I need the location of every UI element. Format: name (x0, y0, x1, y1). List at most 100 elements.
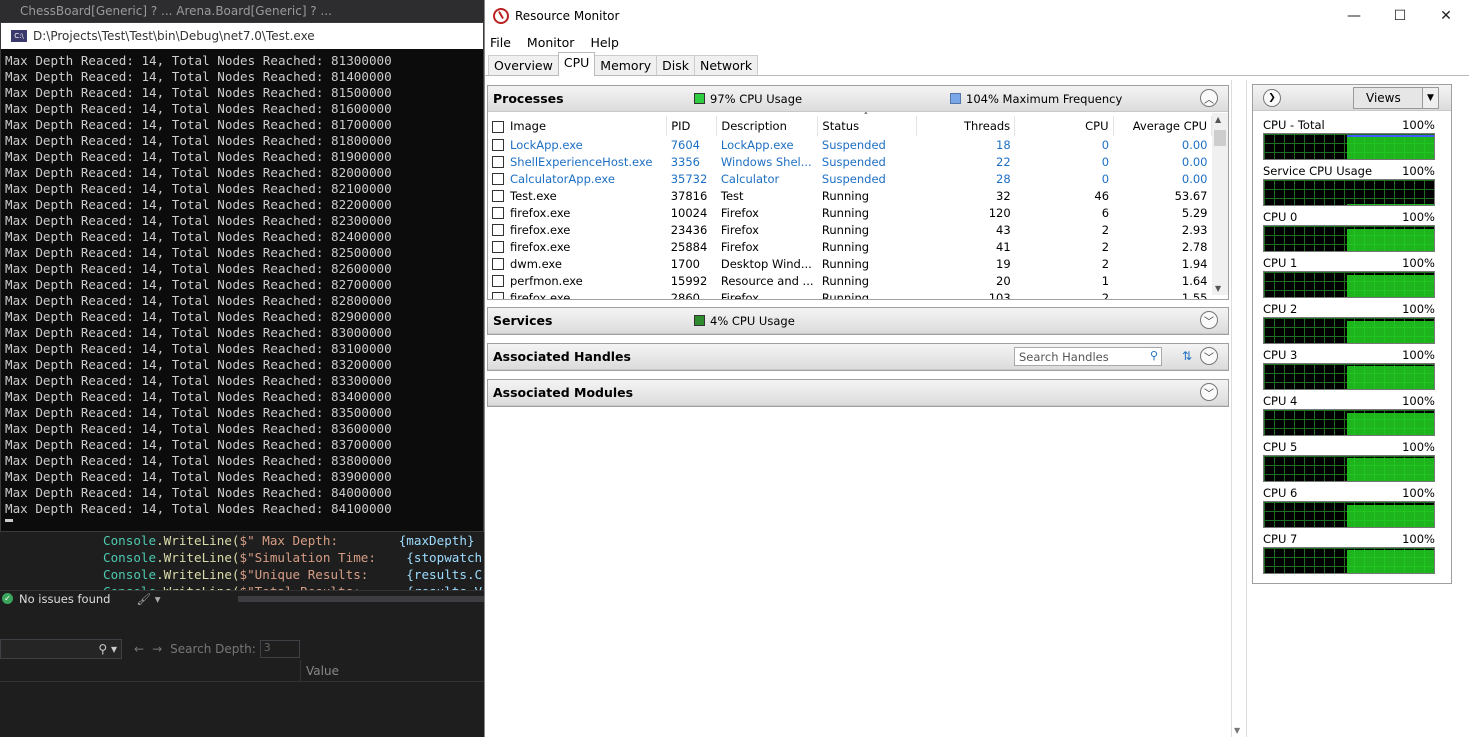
cell-status: Running (818, 221, 916, 238)
row-checkbox[interactable] (492, 207, 504, 219)
table-row[interactable]: ShellExperienceHost.exe 3356 Windows Shel.… (488, 153, 1212, 170)
expand-chevron-icon[interactable]: ﹀ (1200, 347, 1218, 365)
graph-label-row: CPU 6 100% (1263, 485, 1435, 501)
cell-text: Firefox (720, 205, 759, 220)
processes-header[interactable]: Processes 97% CPU Usage 104% Maximum Fre… (488, 86, 1228, 112)
console-window[interactable]: C:\ D:\Projects\Test\Test\bin\Debug\net7… (0, 22, 484, 532)
row-checkbox[interactable] (492, 275, 504, 287)
rm-title-bar[interactable]: Resource Monitor — ☐ ✕ (485, 0, 1469, 32)
graph-fill (1347, 136, 1434, 159)
row-checkbox[interactable] (492, 190, 504, 202)
expand-chevron-icon[interactable]: ﹀ (1200, 383, 1218, 401)
cell-text: Running (821, 205, 870, 220)
collapse-arrow-icon[interactable]: ❯ (1263, 89, 1281, 107)
back-arrow-icon[interactable]: ← (134, 642, 144, 656)
column-header-status[interactable]: Status ˆ (817, 112, 917, 136)
services-header[interactable]: Services 4% CPU Usage ﹀ (488, 308, 1228, 334)
row-checkbox[interactable] (492, 241, 504, 253)
table-row[interactable]: firefox.exe 2860 Firefox Running 103 2 1.55 (488, 289, 1212, 300)
processes-scrollbar[interactable]: ▲ ▼ (1212, 113, 1228, 295)
table-row[interactable]: firefox.exe 25884 Firefox Running 41 2 2.78 (488, 238, 1212, 255)
table-row[interactable]: Test.exe 37816 Test Running 32 46 53.67 (488, 187, 1212, 204)
issues-status[interactable]: No issues found (19, 592, 110, 606)
scroll-thumb[interactable] (1214, 130, 1226, 146)
cell-image: firefox.exe (488, 238, 667, 255)
table-row[interactable]: CalculatorApp.exe 35732 Calculator Suspende… (488, 170, 1212, 187)
console-app-icon: C:\ (11, 30, 27, 42)
tab-disk[interactable]: Disk (656, 55, 695, 75)
modules-header[interactable]: Associated Modules ﹀ (488, 380, 1228, 406)
table-row[interactable]: dwm.exe 1700 Desktop Wind... Running 19 2 1.94 (488, 255, 1212, 272)
scroll-up-icon[interactable]: ▲ (1215, 115, 1221, 124)
graph-fill (1347, 204, 1434, 205)
search-handles-input[interactable]: Search Handles ⚲ (1014, 347, 1162, 366)
menu-item-help[interactable]: Help (590, 35, 619, 50)
collapse-chevron-icon[interactable]: ︿ (1200, 89, 1218, 107)
column-header-description[interactable]: Description (716, 116, 819, 136)
row-checkbox[interactable] (492, 224, 504, 236)
cell-text: 1700 (670, 256, 700, 271)
code-line[interactable]: Console.WriteLine($"Simulation Time: {st… (0, 549, 484, 566)
cell-image: CalculatorApp.exe (488, 170, 667, 187)
cell-desc: Resource and ... (717, 272, 818, 289)
scroll-down-icon[interactable]: ▼ (1234, 726, 1240, 735)
table-row[interactable]: LockApp.exe 7604 LockApp.exe Suspended 18 0 0.… (488, 136, 1212, 153)
vs-document-tabs[interactable]: ChessBoard[Generic] ? ... Arena.Board[Ge… (0, 0, 484, 22)
column-header-image[interactable]: Image (488, 116, 668, 136)
tab-cpu[interactable]: CPU (557, 52, 596, 76)
cell-text: 18 (996, 137, 1011, 152)
cell-pid: 15992 (667, 272, 717, 289)
views-button[interactable]: Views ▼ (1353, 87, 1439, 109)
cell-status: Running (818, 289, 916, 300)
services-section: Services 4% CPU Usage ﹀ (487, 307, 1229, 335)
console-line: Max Depth Reaced: 14, Total Nodes Reache… (5, 405, 392, 420)
row-checkbox[interactable] (492, 258, 504, 270)
expand-chevron-icon[interactable]: ﹀ (1200, 311, 1218, 329)
tab-memory[interactable]: Memory (594, 55, 658, 75)
minimize-button[interactable]: — (1331, 0, 1377, 32)
chevron-down-icon[interactable]: ▼ (1422, 88, 1438, 108)
console-title-bar[interactable]: C:\ D:\Projects\Test\Test\bin\Debug\net7… (1, 23, 483, 49)
row-checkbox[interactable] (492, 139, 504, 151)
menu-item-file[interactable]: File (490, 35, 511, 50)
console-line: Max Depth Reaced: 14, Total Nodes Reache… (5, 293, 392, 308)
close-button[interactable]: ✕ (1423, 0, 1469, 32)
refresh-icon[interactable]: ⇅ (1182, 349, 1192, 363)
table-row[interactable]: firefox.exe 10024 Firefox Running 120 6 5.29 (488, 204, 1212, 221)
cell-text: 0 (1101, 171, 1110, 186)
row-checkbox[interactable] (492, 156, 504, 168)
code-token-var: {results.C (406, 567, 483, 582)
code-line[interactable]: Console.WriteLine($" Max Depth: {maxDept… (0, 532, 484, 549)
code-editor[interactable]: Console.WriteLine($" Max Depth: {maxDept… (0, 532, 484, 592)
brush-icon[interactable]: 🖌 ▾ (136, 592, 160, 606)
table-row[interactable]: firefox.exe 23436 Firefox Running 43 2 2.93 (488, 221, 1212, 238)
handles-header[interactable]: Associated Handles Search Handles ⚲ ⇅ ﹀ (488, 344, 1228, 370)
column-header-pid[interactable]: PID (666, 116, 718, 136)
row-checkbox[interactable] (492, 173, 504, 185)
forward-arrow-icon[interactable]: → (152, 642, 162, 656)
code-token-obj: Console (103, 567, 157, 582)
graph-max: 100% (1402, 256, 1435, 270)
tab-overview[interactable]: Overview (488, 55, 559, 75)
select-all-checkbox[interactable] (492, 120, 504, 133)
row-checkbox[interactable] (492, 292, 504, 299)
code-line[interactable]: Console.WriteLine($"Unique Results: {res… (0, 566, 484, 583)
console-line: Max Depth Reaced: 14, Total Nodes Reache… (5, 117, 392, 132)
maximize-button[interactable]: ☐ (1377, 0, 1423, 32)
column-header-cpu[interactable]: CPU (1014, 116, 1114, 136)
menu-item-monitor[interactable]: Monitor (527, 35, 575, 50)
column-header-average-cpu[interactable]: Average CPU (1113, 116, 1213, 136)
cell-pid: 10024 (667, 204, 717, 221)
scroll-down-icon[interactable]: ▼ (1215, 284, 1221, 293)
tab-network[interactable]: Network (693, 55, 759, 75)
cell-image: ShellExperienceHost.exe (488, 153, 667, 170)
watch-search-input[interactable]: ⚲ ▾ (0, 639, 122, 659)
table-row[interactable]: perfmon.exe 15992 Resource and ... Running 2… (488, 272, 1212, 289)
horizontal-scrollbar[interactable] (238, 596, 484, 602)
search-depth-select[interactable]: 3 (259, 640, 300, 658)
pane-divider[interactable]: ▼ (1231, 80, 1247, 737)
column-header-threads[interactable]: Threads (916, 116, 1016, 136)
value-column-header[interactable]: Value (306, 664, 339, 678)
search-icon[interactable]: ⚲ (1150, 349, 1158, 362)
cell-text: 0 (1101, 154, 1110, 169)
